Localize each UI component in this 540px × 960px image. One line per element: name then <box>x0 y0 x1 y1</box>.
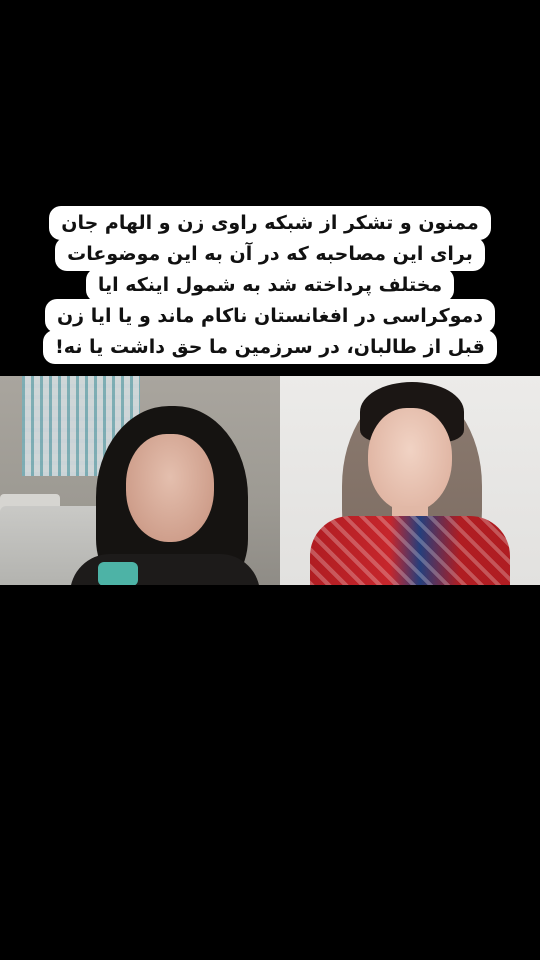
video-call-strip <box>0 376 540 585</box>
guest-face <box>368 408 452 512</box>
interviewer-face <box>126 434 214 542</box>
caption-line-3: مختلف پرداخته شد به شمول اینکه ایا <box>85 268 455 302</box>
caption-line-4: دموکراسی در افغانستان ناکام ماند و یا ای… <box>44 299 496 333</box>
guest-dress <box>310 516 510 585</box>
caption-line-2: برای این مصاحبه که در آن به این موضوعات <box>55 237 485 271</box>
caption-line-5: قبل از طالبان، در سرزمین ما حق داشت یا ن… <box>43 330 497 364</box>
caption-box: ممنون و تشکر از شبکه راوی زن و الهام جان… <box>0 206 540 364</box>
guest-video[interactable] <box>280 376 540 585</box>
interviewer-video[interactable] <box>0 376 280 585</box>
interviewer-collar <box>98 562 138 585</box>
caption-line-1: ممنون و تشکر از شبکه راوی زن و الهام جان <box>49 206 491 240</box>
